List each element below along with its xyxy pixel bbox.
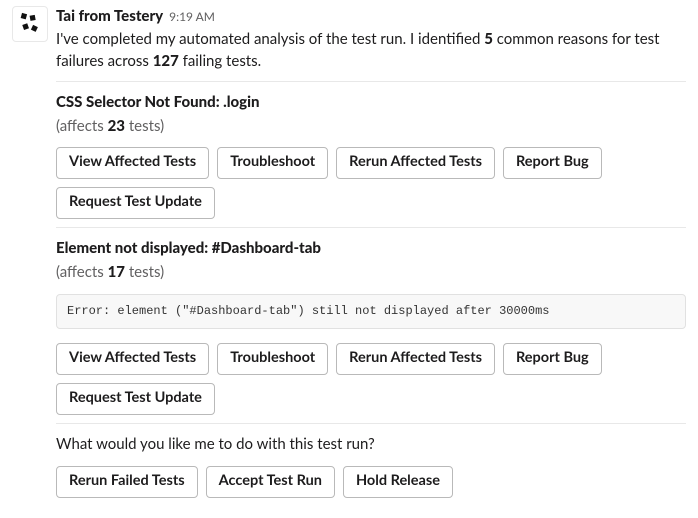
affects-prefix: (affects <box>56 263 108 281</box>
report-bug-button[interactable]: Report Bug <box>503 343 602 375</box>
rerun-affected-tests-button[interactable]: Rerun Affected Tests <box>336 147 495 179</box>
report-bug-button[interactable]: Report Bug <box>503 147 602 179</box>
summary-failing-count: 127 <box>153 52 179 70</box>
section2-affects: (affects 17 tests) <box>56 262 686 284</box>
message-timestamp[interactable]: 9:19 AM <box>169 8 215 26</box>
affects-prefix: (affects <box>56 117 108 135</box>
troubleshoot-button[interactable]: Troubleshoot <box>217 343 328 375</box>
section1-buttons-row2: Request Test Update <box>56 187 686 219</box>
divider <box>56 227 686 228</box>
summary-prefix: I've completed my automated analysis of … <box>56 30 484 48</box>
sender-avatar[interactable] <box>12 6 48 42</box>
error-code-block[interactable]: Error: element ("#Dashboard-tab") still … <box>56 294 686 330</box>
footer-buttons: Rerun Failed Tests Accept Test Run Hold … <box>56 466 686 498</box>
affects-count: 23 <box>108 117 125 135</box>
summary-text: I've completed my automated analysis of … <box>56 29 686 73</box>
slack-message: Tai from Testery 9:19 AM I've completed … <box>12 6 686 506</box>
section1-affects: (affects 23 tests) <box>56 116 686 138</box>
rerun-failed-tests-button[interactable]: Rerun Failed Tests <box>56 466 198 498</box>
summary-reason-count: 5 <box>484 30 493 48</box>
section2-buttons-row2: Request Test Update <box>56 383 686 415</box>
section1-buttons: View Affected Tests Troubleshoot Rerun A… <box>56 147 686 179</box>
testery-logo-icon <box>16 10 44 38</box>
request-test-update-button[interactable]: Request Test Update <box>56 187 215 219</box>
affects-suffix: tests) <box>125 117 164 135</box>
message-content: Tai from Testery 9:19 AM I've completed … <box>56 6 686 506</box>
request-test-update-button[interactable]: Request Test Update <box>56 383 215 415</box>
message-header: Tai from Testery 9:19 AM <box>56 6 686 28</box>
divider <box>56 81 686 82</box>
troubleshoot-button[interactable]: Troubleshoot <box>217 147 328 179</box>
section1-title: CSS Selector Not Found: .login <box>56 92 686 114</box>
affects-suffix: tests) <box>125 263 164 281</box>
section2-buttons: View Affected Tests Troubleshoot Rerun A… <box>56 343 686 375</box>
hold-release-button[interactable]: Hold Release <box>343 466 453 498</box>
summary-suffix: failing tests. <box>179 52 261 70</box>
divider <box>56 423 686 424</box>
sender-name[interactable]: Tai from Testery <box>56 6 163 28</box>
view-affected-tests-button[interactable]: View Affected Tests <box>56 147 209 179</box>
rerun-affected-tests-button[interactable]: Rerun Affected Tests <box>336 343 495 375</box>
footer-question: What would you like me to do with this t… <box>56 434 686 456</box>
section2-title: Element not displayed: #Dashboard-tab <box>56 238 686 260</box>
accept-test-run-button[interactable]: Accept Test Run <box>206 466 335 498</box>
view-affected-tests-button[interactable]: View Affected Tests <box>56 343 209 375</box>
affects-count: 17 <box>108 263 125 281</box>
